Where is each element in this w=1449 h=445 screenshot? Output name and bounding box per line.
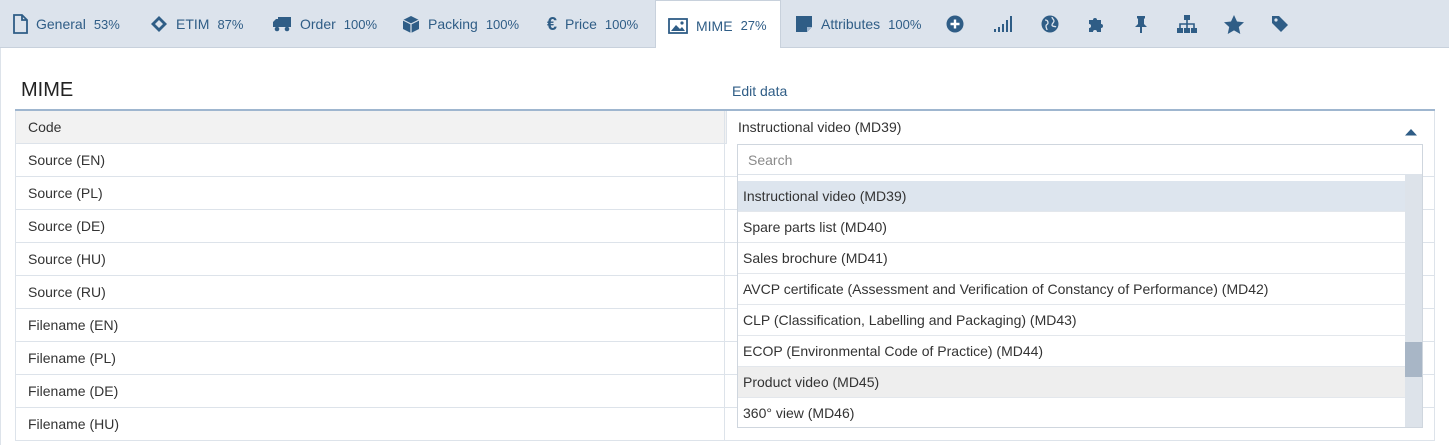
tab-percent: 100%	[485, 16, 520, 32]
tab-label: Price	[565, 16, 597, 32]
sitemap-icon[interactable]	[1167, 0, 1207, 48]
tab-label: Packing	[428, 16, 478, 32]
code-dropdown: Instructional video (MD39) Spare parts l…	[737, 144, 1423, 428]
dropdown-option[interactable]: AVCP certificate (Assessment and Verific…	[738, 274, 1405, 305]
row-label: Source (RU)	[15, 276, 725, 308]
row-label: Source (DE)	[15, 210, 725, 242]
euro-icon: €	[547, 13, 558, 34]
signal-bars-icon[interactable]	[983, 0, 1023, 48]
tab-label: MIME	[696, 17, 733, 34]
tab-bar: General 53% ETIM 87% Order 100% Packing …	[0, 0, 1449, 50]
dropdown-option[interactable]: Sales brochure (MD41)	[738, 243, 1405, 274]
option-list: Instructional video (MD39) Spare parts l…	[738, 181, 1405, 427]
tag-icon[interactable]	[1260, 0, 1300, 48]
section-title: MIME	[21, 79, 74, 101]
box-icon	[402, 15, 420, 33]
puzzle-icon[interactable]	[1076, 0, 1116, 48]
edit-data-link[interactable]: Edit data	[732, 83, 787, 99]
sticky-note-icon	[795, 15, 813, 33]
dropdown-option[interactable]: Spare parts list (MD40)	[738, 212, 1405, 243]
row-label: Source (PL)	[15, 177, 725, 209]
row-label: Source (EN)	[15, 144, 725, 176]
tab-percent: 100%	[343, 16, 378, 32]
row-label: Filename (DE)	[15, 375, 725, 407]
star-icon[interactable]	[1214, 0, 1254, 48]
row-label: Filename (EN)	[15, 309, 725, 341]
truck-icon	[272, 16, 292, 32]
pin-icon[interactable]	[1121, 0, 1161, 48]
plus-circle-icon[interactable]	[935, 0, 975, 48]
row-label: Source (HU)	[15, 243, 725, 275]
dropdown-option[interactable]: Product video (MD45)	[738, 367, 1405, 398]
row-label: Code	[15, 111, 725, 143]
tab-general[interactable]: General 53%	[0, 0, 136, 48]
tab-order[interactable]: Order 100%	[260, 0, 388, 48]
row-label: Filename (PL)	[15, 342, 725, 374]
caret-up-icon	[1404, 123, 1418, 139]
tab-percent: 100%	[888, 16, 922, 32]
dropdown-search-input[interactable]	[738, 145, 1422, 175]
tab-label: Order	[300, 16, 336, 32]
document-icon	[12, 14, 28, 34]
tab-percent: 100%	[604, 16, 639, 32]
globe-icon[interactable]	[1030, 0, 1070, 48]
tab-label: General	[36, 16, 86, 32]
dropdown-option[interactable]: 360° view (MD46)	[738, 398, 1405, 427]
tab-label: Attributes	[821, 16, 881, 32]
tab-percent: 53%	[93, 16, 120, 32]
dropdown-option[interactable]: Instructional video (MD39)	[738, 181, 1405, 212]
code-select-value: Instructional video (MD39)	[738, 119, 902, 135]
tab-label: ETIM	[176, 16, 210, 32]
tab-etim[interactable]: ETIM 87%	[138, 0, 258, 48]
tab-percent: 27%	[740, 18, 767, 33]
tab-price[interactable]: € Price 100%	[535, 0, 653, 48]
scrollbar-thumb[interactable]	[1405, 342, 1422, 377]
code-select[interactable]: Instructional video (MD39)	[726, 111, 1435, 144]
dropdown-option[interactable]: ECOP (Environmental Code of Practice) (M…	[738, 336, 1405, 367]
row-label: Filename (HU)	[15, 408, 725, 440]
tab-percent: 87%	[217, 16, 244, 32]
etim-diamond-icon	[150, 15, 168, 33]
dropdown-option[interactable]: CLP (Classification, Labelling and Packa…	[738, 305, 1405, 336]
tab-packing[interactable]: Packing 100%	[390, 0, 535, 48]
image-icon	[668, 17, 688, 34]
tab-attributes[interactable]: Attributes 100%	[783, 0, 933, 48]
dropdown-scrollbar[interactable]	[1405, 175, 1422, 427]
tab-mime[interactable]: MIME 27%	[655, 0, 781, 50]
